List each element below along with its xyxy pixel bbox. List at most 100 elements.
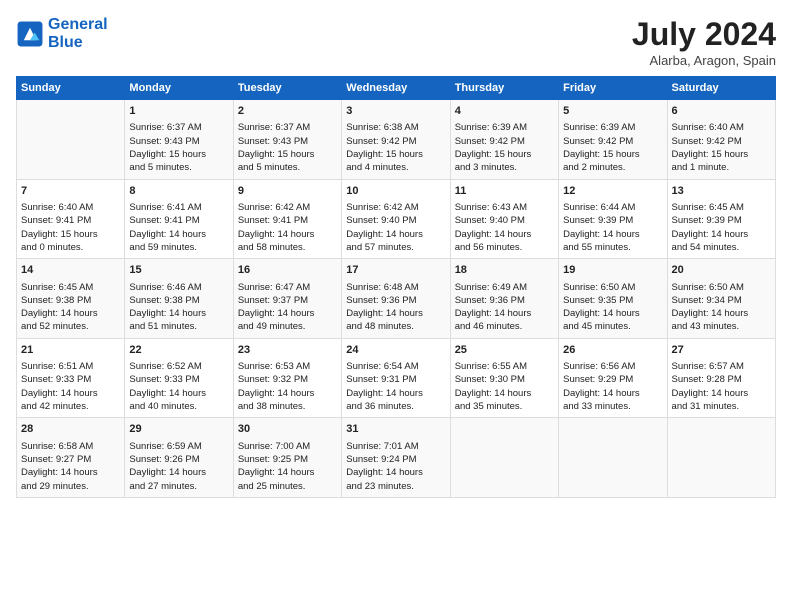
day-info: Sunrise: 6:42 AM Sunset: 9:41 PM Dayligh… xyxy=(238,201,337,254)
day-info: Sunrise: 6:54 AM Sunset: 9:31 PM Dayligh… xyxy=(346,360,445,413)
day-info: Sunrise: 6:53 AM Sunset: 9:32 PM Dayligh… xyxy=(238,360,337,413)
day-number: 15 xyxy=(129,263,228,278)
day-info: Sunrise: 6:43 AM Sunset: 9:40 PM Dayligh… xyxy=(455,201,554,254)
logo-general: General xyxy=(48,16,108,33)
day-cell: 2 Sunrise: 6:37 AM Sunset: 9:43 PM Daylig… xyxy=(233,100,341,180)
day-info: Sunrise: 6:46 AM Sunset: 9:38 PM Dayligh… xyxy=(129,281,228,334)
day-cell: 19 Sunrise: 6:50 AM Sunset: 9:35 PM Dayli… xyxy=(559,259,667,339)
day-cell: 15 Sunrise: 6:46 AM Sunset: 9:38 PM Dayli… xyxy=(125,259,233,339)
day-number: 14 xyxy=(21,263,120,278)
day-cell: 12Sunrise: 6:44 AM Sunset: 9:39 PM Dayli… xyxy=(559,179,667,259)
day-info: Sunrise: 6:49 AM Sunset: 9:36 PM Dayligh… xyxy=(455,281,554,334)
day-number: 17 xyxy=(346,263,445,278)
header-saturday: Saturday xyxy=(667,77,775,100)
day-cell: 5 Sunrise: 6:39 AM Sunset: 9:42 PM Daylig… xyxy=(559,100,667,180)
day-info: Sunrise: 6:55 AM Sunset: 9:30 PM Dayligh… xyxy=(455,360,554,413)
week-row-4: 28Sunrise: 6:58 AM Sunset: 9:27 PM Dayli… xyxy=(17,418,776,498)
day-number: 12 xyxy=(563,184,662,199)
day-number: 22 xyxy=(129,343,228,358)
header: General Blue July 2024 Alarba, Aragon, S… xyxy=(16,16,776,68)
day-number: 23 xyxy=(238,343,337,358)
day-number: 3 xyxy=(346,104,445,119)
day-cell: 17 Sunrise: 6:48 AM Sunset: 9:36 PM Dayli… xyxy=(342,259,450,339)
header-row: Sunday Monday Tuesday Wednesday Thursday… xyxy=(17,77,776,100)
day-cell: 10 Sunrise: 6:42 AM Sunset: 9:40 PM Dayli… xyxy=(342,179,450,259)
calendar-body: 1 Sunrise: 6:37 AM Sunset: 9:43 PM Daylig… xyxy=(17,100,776,498)
day-info: Sunrise: 6:59 AM Sunset: 9:26 PM Dayligh… xyxy=(129,440,228,493)
day-info: Sunrise: 6:38 AM Sunset: 9:42 PM Dayligh… xyxy=(346,121,445,174)
day-number: 10 xyxy=(346,184,445,199)
day-cell: 16Sunrise: 6:47 AM Sunset: 9:37 PM Dayli… xyxy=(233,259,341,339)
day-cell: 9Sunrise: 6:42 AM Sunset: 9:41 PM Daylig… xyxy=(233,179,341,259)
day-number: 19 xyxy=(563,263,662,278)
day-info: Sunrise: 6:45 AM Sunset: 9:38 PM Dayligh… xyxy=(21,281,120,334)
week-row-2: 14 Sunrise: 6:45 AM Sunset: 9:38 PM Dayli… xyxy=(17,259,776,339)
day-info: Sunrise: 6:50 AM Sunset: 9:34 PM Dayligh… xyxy=(672,281,771,334)
day-cell: 7Sunrise: 6:40 AM Sunset: 9:41 PM Daylig… xyxy=(17,179,125,259)
header-thursday: Thursday xyxy=(450,77,558,100)
day-cell: 8Sunrise: 6:41 AM Sunset: 9:41 PM Daylig… xyxy=(125,179,233,259)
day-info: Sunrise: 6:42 AM Sunset: 9:40 PM Dayligh… xyxy=(346,201,445,254)
day-cell xyxy=(450,418,558,498)
day-cell: 31 Sunrise: 7:01 AM Sunset: 9:24 PM Dayli… xyxy=(342,418,450,498)
day-info: Sunrise: 7:01 AM Sunset: 9:24 PM Dayligh… xyxy=(346,440,445,493)
day-cell: 20 Sunrise: 6:50 AM Sunset: 9:34 PM Dayli… xyxy=(667,259,775,339)
day-number: 11 xyxy=(455,184,554,199)
calendar-header: Sunday Monday Tuesday Wednesday Thursday… xyxy=(17,77,776,100)
day-info: Sunrise: 6:37 AM Sunset: 9:43 PM Dayligh… xyxy=(238,121,337,174)
header-sunday: Sunday xyxy=(17,77,125,100)
day-number: 16 xyxy=(238,263,337,278)
day-number: 25 xyxy=(455,343,554,358)
logo-icon xyxy=(16,20,44,48)
day-cell: 25 Sunrise: 6:55 AM Sunset: 9:30 PM Dayli… xyxy=(450,338,558,418)
calendar-table: Sunday Monday Tuesday Wednesday Thursday… xyxy=(16,76,776,498)
day-cell: 27Sunrise: 6:57 AM Sunset: 9:28 PM Dayli… xyxy=(667,338,775,418)
day-info: Sunrise: 6:40 AM Sunset: 9:41 PM Dayligh… xyxy=(21,201,120,254)
day-number: 8 xyxy=(129,184,228,199)
day-info: Sunrise: 6:52 AM Sunset: 9:33 PM Dayligh… xyxy=(129,360,228,413)
day-cell: 22 Sunrise: 6:52 AM Sunset: 9:33 PM Dayli… xyxy=(125,338,233,418)
day-cell xyxy=(559,418,667,498)
day-number: 20 xyxy=(672,263,771,278)
day-cell: 29 Sunrise: 6:59 AM Sunset: 9:26 PM Dayli… xyxy=(125,418,233,498)
day-cell: 28Sunrise: 6:58 AM Sunset: 9:27 PM Dayli… xyxy=(17,418,125,498)
title-block: July 2024 Alarba, Aragon, Spain xyxy=(632,16,776,68)
day-info: Sunrise: 6:39 AM Sunset: 9:42 PM Dayligh… xyxy=(455,121,554,174)
day-number: 24 xyxy=(346,343,445,358)
header-friday: Friday xyxy=(559,77,667,100)
day-number: 4 xyxy=(455,104,554,119)
day-cell: 4 Sunrise: 6:39 AM Sunset: 9:42 PM Daylig… xyxy=(450,100,558,180)
day-cell: 18 Sunrise: 6:49 AM Sunset: 9:36 PM Dayli… xyxy=(450,259,558,339)
day-number: 6 xyxy=(672,104,771,119)
day-cell: 6 Sunrise: 6:40 AM Sunset: 9:42 PM Daylig… xyxy=(667,100,775,180)
header-wednesday: Wednesday xyxy=(342,77,450,100)
day-cell: 13Sunrise: 6:45 AM Sunset: 9:39 PM Dayli… xyxy=(667,179,775,259)
day-cell: 3 Sunrise: 6:38 AM Sunset: 9:42 PM Daylig… xyxy=(342,100,450,180)
logo: General Blue xyxy=(16,16,108,51)
day-cell xyxy=(667,418,775,498)
day-number: 18 xyxy=(455,263,554,278)
day-cell: 21Sunrise: 6:51 AM Sunset: 9:33 PM Dayli… xyxy=(17,338,125,418)
calendar-title: July 2024 xyxy=(632,16,776,53)
day-info: Sunrise: 6:50 AM Sunset: 9:35 PM Dayligh… xyxy=(563,281,662,334)
day-info: Sunrise: 6:39 AM Sunset: 9:42 PM Dayligh… xyxy=(563,121,662,174)
day-number: 5 xyxy=(563,104,662,119)
week-row-1: 7Sunrise: 6:40 AM Sunset: 9:41 PM Daylig… xyxy=(17,179,776,259)
day-info: Sunrise: 6:40 AM Sunset: 9:42 PM Dayligh… xyxy=(672,121,771,174)
day-info: Sunrise: 6:37 AM Sunset: 9:43 PM Dayligh… xyxy=(129,121,228,174)
day-number: 29 xyxy=(129,422,228,437)
day-info: Sunrise: 6:57 AM Sunset: 9:28 PM Dayligh… xyxy=(672,360,771,413)
day-info: Sunrise: 6:51 AM Sunset: 9:33 PM Dayligh… xyxy=(21,360,120,413)
week-row-3: 21Sunrise: 6:51 AM Sunset: 9:33 PM Dayli… xyxy=(17,338,776,418)
day-cell: 24 Sunrise: 6:54 AM Sunset: 9:31 PM Dayli… xyxy=(342,338,450,418)
day-cell: 11 Sunrise: 6:43 AM Sunset: 9:40 PM Dayli… xyxy=(450,179,558,259)
day-info: Sunrise: 6:56 AM Sunset: 9:29 PM Dayligh… xyxy=(563,360,662,413)
day-info: Sunrise: 6:58 AM Sunset: 9:27 PM Dayligh… xyxy=(21,440,120,493)
day-number: 26 xyxy=(563,343,662,358)
day-number: 1 xyxy=(129,104,228,119)
day-number: 2 xyxy=(238,104,337,119)
day-cell: 14 Sunrise: 6:45 AM Sunset: 9:38 PM Dayli… xyxy=(17,259,125,339)
day-cell xyxy=(17,100,125,180)
day-number: 31 xyxy=(346,422,445,437)
day-info: Sunrise: 6:48 AM Sunset: 9:36 PM Dayligh… xyxy=(346,281,445,334)
